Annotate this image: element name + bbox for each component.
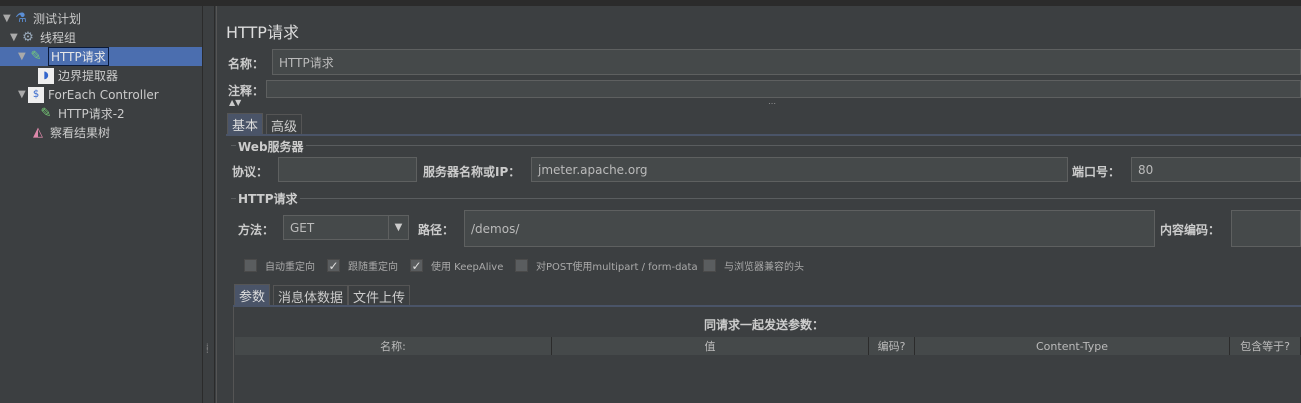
chevron-down-icon[interactable]: ▼ <box>388 216 408 239</box>
column-header-value[interactable]: 值 <box>552 337 869 355</box>
params-table-body[interactable] <box>235 355 1301 403</box>
expand-icon[interactable]: ▼ <box>18 89 28 100</box>
protocol-input[interactable] <box>278 157 417 182</box>
checkbox-follow-redirect[interactable]: ✓ 跟随重定向 <box>327 258 398 273</box>
column-header-include-equals[interactable]: 包含等于? <box>1230 337 1301 355</box>
test-plan-tree: ▼ ⚗ 测试计划 ▼ ⚙ 线程组 ▼ ✎ HTTP请求 ◗ 边界提取器 ▼ $ ForEach C… <box>0 6 203 403</box>
checkbox-box[interactable] <box>703 259 716 272</box>
check-icon[interactable]: ✓ <box>410 259 423 273</box>
tree-node-results-tree[interactable]: ◭ 察看结果树 <box>30 123 110 142</box>
splitter[interactable] <box>203 6 215 403</box>
content-encoding-input[interactable] <box>1231 210 1301 247</box>
tree-node-http-request-2[interactable]: ✎ HTTP请求-2 <box>38 104 125 123</box>
subtab-underline <box>233 305 1301 307</box>
tree-node-boundary-extractor[interactable]: ◗ 边界提取器 <box>38 66 118 85</box>
tree-node-test-plan[interactable]: ▼ ⚗ 测试计划 <box>3 9 81 28</box>
checkbox-auto-redirect[interactable]: 自动重定向 <box>244 258 315 273</box>
expand-icon[interactable]: ▼ <box>3 13 13 24</box>
web-server-group <box>231 145 1301 146</box>
params-border <box>233 307 234 403</box>
checkbox-keepalive[interactable]: ✓ 使用 KeepAlive <box>410 258 503 273</box>
name-label: 名称： <box>228 57 265 71</box>
path-input[interactable]: /demos/ <box>464 210 1155 247</box>
method-value: GET <box>290 220 315 235</box>
http-request-legend: HTTP请求 <box>236 190 300 207</box>
params-title: 同请求一起发送参数： <box>704 318 825 332</box>
protocol-label: 协议： <box>232 165 269 179</box>
checkbox-box[interactable] <box>515 259 528 272</box>
check-icon[interactable]: ✓ <box>327 259 340 273</box>
column-header-encode[interactable]: 编码? <box>869 337 915 355</box>
comment-label: 注释： <box>228 84 265 98</box>
tab-advanced[interactable]: 高级 <box>266 114 303 135</box>
server-label: 服务器名称或IP： <box>423 165 521 179</box>
test-plan-flask-icon: ⚗ <box>15 11 27 26</box>
tab-basic[interactable]: 基本 <box>227 113 264 134</box>
thread-group-gear-icon: ⚙ <box>22 30 34 45</box>
column-header-name[interactable]: 名称: <box>235 337 552 355</box>
method-select[interactable]: GET ▼ <box>283 215 409 240</box>
tab-body-data[interactable]: 消息体数据 <box>273 285 349 306</box>
collapse-arrows-icon[interactable]: ▲▼ <box>229 98 241 107</box>
tab-underline <box>226 134 1301 136</box>
listener-chart-icon: ◭ <box>33 125 43 140</box>
tab-file-upload[interactable]: 文件上传 <box>348 285 411 306</box>
path-label: 路径： <box>418 223 455 237</box>
tree-node-foreach-controller[interactable]: ▼ $ ForEach Controller <box>18 85 159 104</box>
tree-node-thread-group[interactable]: ▼ ⚙ 线程组 <box>10 28 76 47</box>
web-server-legend: Web服务器 <box>236 138 306 155</box>
sampler-pipette-icon: ✎ <box>30 49 42 64</box>
expand-icon[interactable]: ▼ <box>18 51 28 62</box>
tree-node-http-request[interactable]: ▼ ✎ HTTP请求 <box>0 47 202 66</box>
expand-icon[interactable]: ▼ <box>10 32 20 43</box>
comment-input[interactable] <box>266 80 1301 98</box>
checkbox-browser-headers[interactable]: 与浏览器兼容的头 <box>703 258 804 273</box>
resize-handle-icon[interactable]: ⋯ <box>768 99 776 108</box>
column-header-content-type[interactable]: Content-Type <box>915 337 1230 355</box>
port-input[interactable]: 80 <box>1131 157 1301 182</box>
page-title: HTTP请求 <box>226 23 299 42</box>
server-input[interactable]: jmeter.apache.org <box>531 157 1068 182</box>
name-input[interactable]: HTTP请求 <box>272 49 1301 75</box>
controller-icon: $ <box>28 86 44 103</box>
http-request-group <box>231 198 1301 199</box>
port-label: 端口号： <box>1072 165 1121 179</box>
method-label: 方法： <box>238 223 275 237</box>
content-encoding-label: 内容编码： <box>1160 223 1221 237</box>
checkbox-multipart[interactable]: 对POST使用multipart / form-data <box>515 258 698 273</box>
sampler-pipette-icon: ✎ <box>40 106 52 121</box>
splitter-grip-icon[interactable]: ⁞ ⁞ <box>206 343 209 355</box>
extractor-icon: ◗ <box>38 67 54 84</box>
tab-parameters[interactable]: 参数 <box>234 284 271 305</box>
checkbox-box[interactable] <box>244 259 257 272</box>
